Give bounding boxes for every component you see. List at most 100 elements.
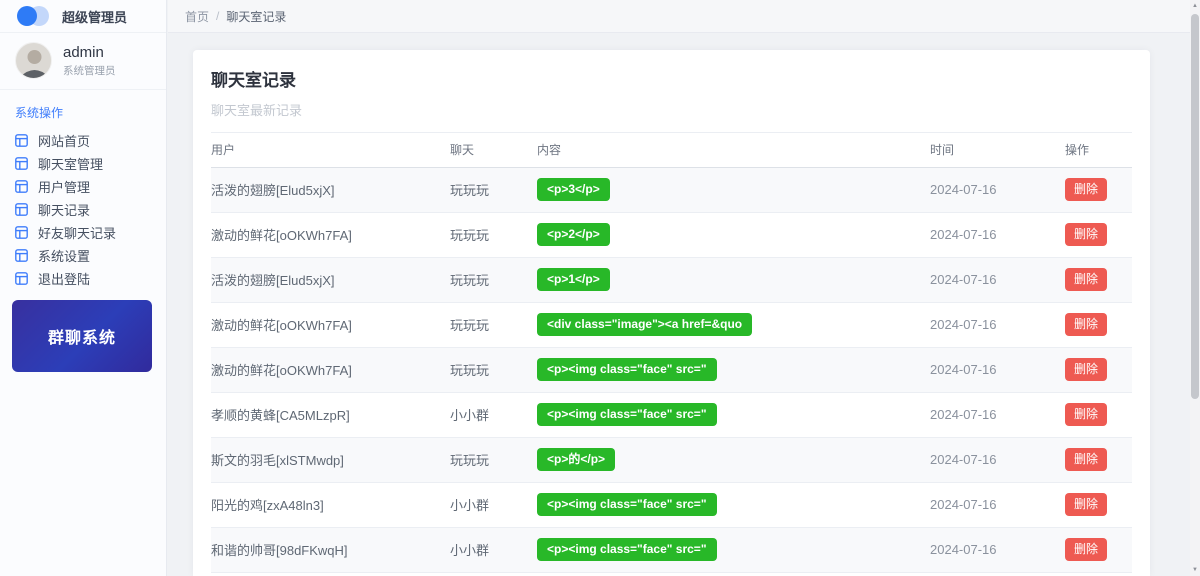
cell-content: <p>3</p> <box>537 167 930 212</box>
cell-room: 小小群 <box>450 392 537 437</box>
column-header: 内容 <box>537 133 930 167</box>
sidebar: 超级管理员 admin 系统管理员 系统操作 网站首页 聊天 <box>0 0 167 576</box>
cell-action: 删除 <box>1065 437 1132 482</box>
scrollbar-thumb[interactable] <box>1191 14 1199 399</box>
sidebar-section-label: 系统操作 <box>0 90 166 127</box>
layout-icon <box>15 249 28 262</box>
cell-user: 活泼的翅膀[Elud5xjX] <box>211 167 450 212</box>
sidebar-menu-item[interactable]: 聊天室管理 <box>0 152 166 175</box>
layout-icon <box>15 272 28 285</box>
cell-room: 玩玩玩 <box>450 437 537 482</box>
sidebar-menu-item-label: 退出登陆 <box>38 269 90 288</box>
scrollbar-up-icon[interactable]: ▲ <box>1190 1 1200 11</box>
cell-date: 2024-07-16 <box>930 527 1065 572</box>
brand-circle-icon <box>17 6 37 26</box>
cell-user: 激动的鲜花[oOKWh7FA] <box>211 347 450 392</box>
content-badge: <p>1</p> <box>537 268 610 291</box>
cell-date: 2024-07-16 <box>930 257 1065 302</box>
cell-room: 小小群 <box>450 527 537 572</box>
brand-label: 超级管理员 <box>62 7 127 26</box>
sidebar-menu-item-label: 聊天室管理 <box>38 154 103 173</box>
table-row: 阳光的鸡[zxA48ln3] 小小群 <p><img class="face" … <box>211 482 1132 527</box>
breadcrumb-home[interactable]: 首页 <box>185 8 209 25</box>
content-badge: <p>的</p> <box>537 448 615 471</box>
cell-user: 斯文的羽毛[xlSTMwdp] <box>211 437 450 482</box>
column-header: 聊天 <box>450 133 537 167</box>
delete-button[interactable]: 删除 <box>1065 403 1107 426</box>
cell-date: 2024-07-16 <box>930 167 1065 212</box>
scrollbar-down-icon[interactable]: ▼ <box>1190 565 1200 575</box>
scrollbar[interactable]: ▲ ▼ <box>1190 0 1200 576</box>
content-badge: <p><img class="face" src=" <box>537 493 717 516</box>
sidebar-menu-item[interactable]: 系统设置 <box>0 244 166 267</box>
sidebar-menu-item-label: 网站首页 <box>38 131 90 150</box>
avatar <box>15 42 52 79</box>
brand[interactable]: 超级管理员 <box>0 0 166 33</box>
sidebar-menu-item[interactable]: 退出登陆 <box>0 267 166 290</box>
table-row: 激动的鲜花[oOKWh7FA] 玩玩玩 <p><img class="face"… <box>211 347 1132 392</box>
column-header: 用户 <box>211 133 450 167</box>
content-badge: <p>3</p> <box>537 178 610 201</box>
cell-action: 删除 <box>1065 212 1132 257</box>
sidebar-menu-item[interactable]: 网站首页 <box>0 129 166 152</box>
system-button-label: 群聊系统 <box>48 324 116 348</box>
table-row: 和谐的帅哥[98dFKwqH] 小小群 <p><img class="face"… <box>211 527 1132 572</box>
cell-action: 删除 <box>1065 482 1132 527</box>
table-row: 斯文的羽毛[xlSTMwdp] 玩玩玩 <p>的</p> 2024-07-16 … <box>211 437 1132 482</box>
records-table: 用户 聊天 内容 时间 操作 活泼的翅膀[Elud5xjX] 玩玩玩 <p>3<… <box>211 133 1132 573</box>
delete-button[interactable]: 删除 <box>1065 448 1107 471</box>
topbar: 首页 / 聊天室记录 <box>168 0 1200 33</box>
delete-button[interactable]: 删除 <box>1065 493 1107 516</box>
sidebar-menu-item-label: 用户管理 <box>38 177 90 196</box>
sidebar-menu-item[interactable]: 用户管理 <box>0 175 166 198</box>
table-row: 孝顺的黄蜂[CA5MLzpR] 小小群 <p><img class="face"… <box>211 392 1132 437</box>
column-header: 时间 <box>930 133 1065 167</box>
user-role: 系统管理员 <box>63 63 116 78</box>
cell-action: 删除 <box>1065 347 1132 392</box>
content-badge: <div class="image"><a href=&quo <box>537 313 752 336</box>
cell-content: <p><img class="face" src=" <box>537 482 930 527</box>
page-subtitle: 聊天室最新记录 <box>211 100 1132 133</box>
breadcrumb-current: 聊天室记录 <box>226 8 286 25</box>
delete-button[interactable]: 删除 <box>1065 223 1107 246</box>
content-card: 聊天室记录 聊天室最新记录 用户 聊天 内容 时间 操作 活泼的翅膀[Elud5… <box>193 50 1150 576</box>
cell-user: 激动的鲜花[oOKWh7FA] <box>211 302 450 347</box>
sidebar-menu-item-label: 系统设置 <box>38 246 90 265</box>
layout-icon <box>15 180 28 193</box>
cell-action: 删除 <box>1065 167 1132 212</box>
layout-icon <box>15 134 28 147</box>
system-button[interactable]: 群聊系统 <box>12 300 152 372</box>
table-row: 活泼的翅膀[Elud5xjX] 玩玩玩 <p>1</p> 2024-07-16 … <box>211 257 1132 302</box>
delete-button[interactable]: 删除 <box>1065 268 1107 291</box>
cell-action: 删除 <box>1065 527 1132 572</box>
cell-content: <p><img class="face" src=" <box>537 392 930 437</box>
cell-date: 2024-07-16 <box>930 347 1065 392</box>
sidebar-menu-item[interactable]: 聊天记录 <box>0 198 166 221</box>
content-badge: <p><img class="face" src=" <box>537 538 717 561</box>
cell-room: 玩玩玩 <box>450 347 537 392</box>
delete-button[interactable]: 删除 <box>1065 313 1107 336</box>
delete-button[interactable]: 删除 <box>1065 358 1107 381</box>
cell-date: 2024-07-16 <box>930 392 1065 437</box>
cell-action: 删除 <box>1065 302 1132 347</box>
delete-button[interactable]: 删除 <box>1065 178 1107 201</box>
sidebar-menu-item-label: 聊天记录 <box>38 200 90 219</box>
user-panel: admin 系统管理员 <box>0 33 166 90</box>
sidebar-menu-item[interactable]: 好友聊天记录 <box>0 221 166 244</box>
table-row: 激动的鲜花[oOKWh7FA] 玩玩玩 <p>2</p> 2024-07-16 … <box>211 212 1132 257</box>
layout-icon <box>15 157 28 170</box>
layout-icon <box>15 203 28 216</box>
cell-date: 2024-07-16 <box>930 212 1065 257</box>
cell-content: <p><img class="face" src=" <box>537 527 930 572</box>
layout-icon <box>15 226 28 239</box>
table-row: 激动的鲜花[oOKWh7FA] 玩玩玩 <div class="image"><… <box>211 302 1132 347</box>
cell-user: 激动的鲜花[oOKWh7FA] <box>211 212 450 257</box>
cell-room: 玩玩玩 <box>450 212 537 257</box>
cell-room: 小小群 <box>450 482 537 527</box>
sidebar-menu-item-label: 好友聊天记录 <box>38 223 116 242</box>
cell-content: <div class="image"><a href=&quo <box>537 302 930 347</box>
delete-button[interactable]: 删除 <box>1065 538 1107 561</box>
cell-user: 和谐的帅哥[98dFKwqH] <box>211 527 450 572</box>
sidebar-menu: 网站首页 聊天室管理 用户管理 聊天记录 好友聊天记录 <box>0 127 166 290</box>
cell-user: 孝顺的黄蜂[CA5MLzpR] <box>211 392 450 437</box>
